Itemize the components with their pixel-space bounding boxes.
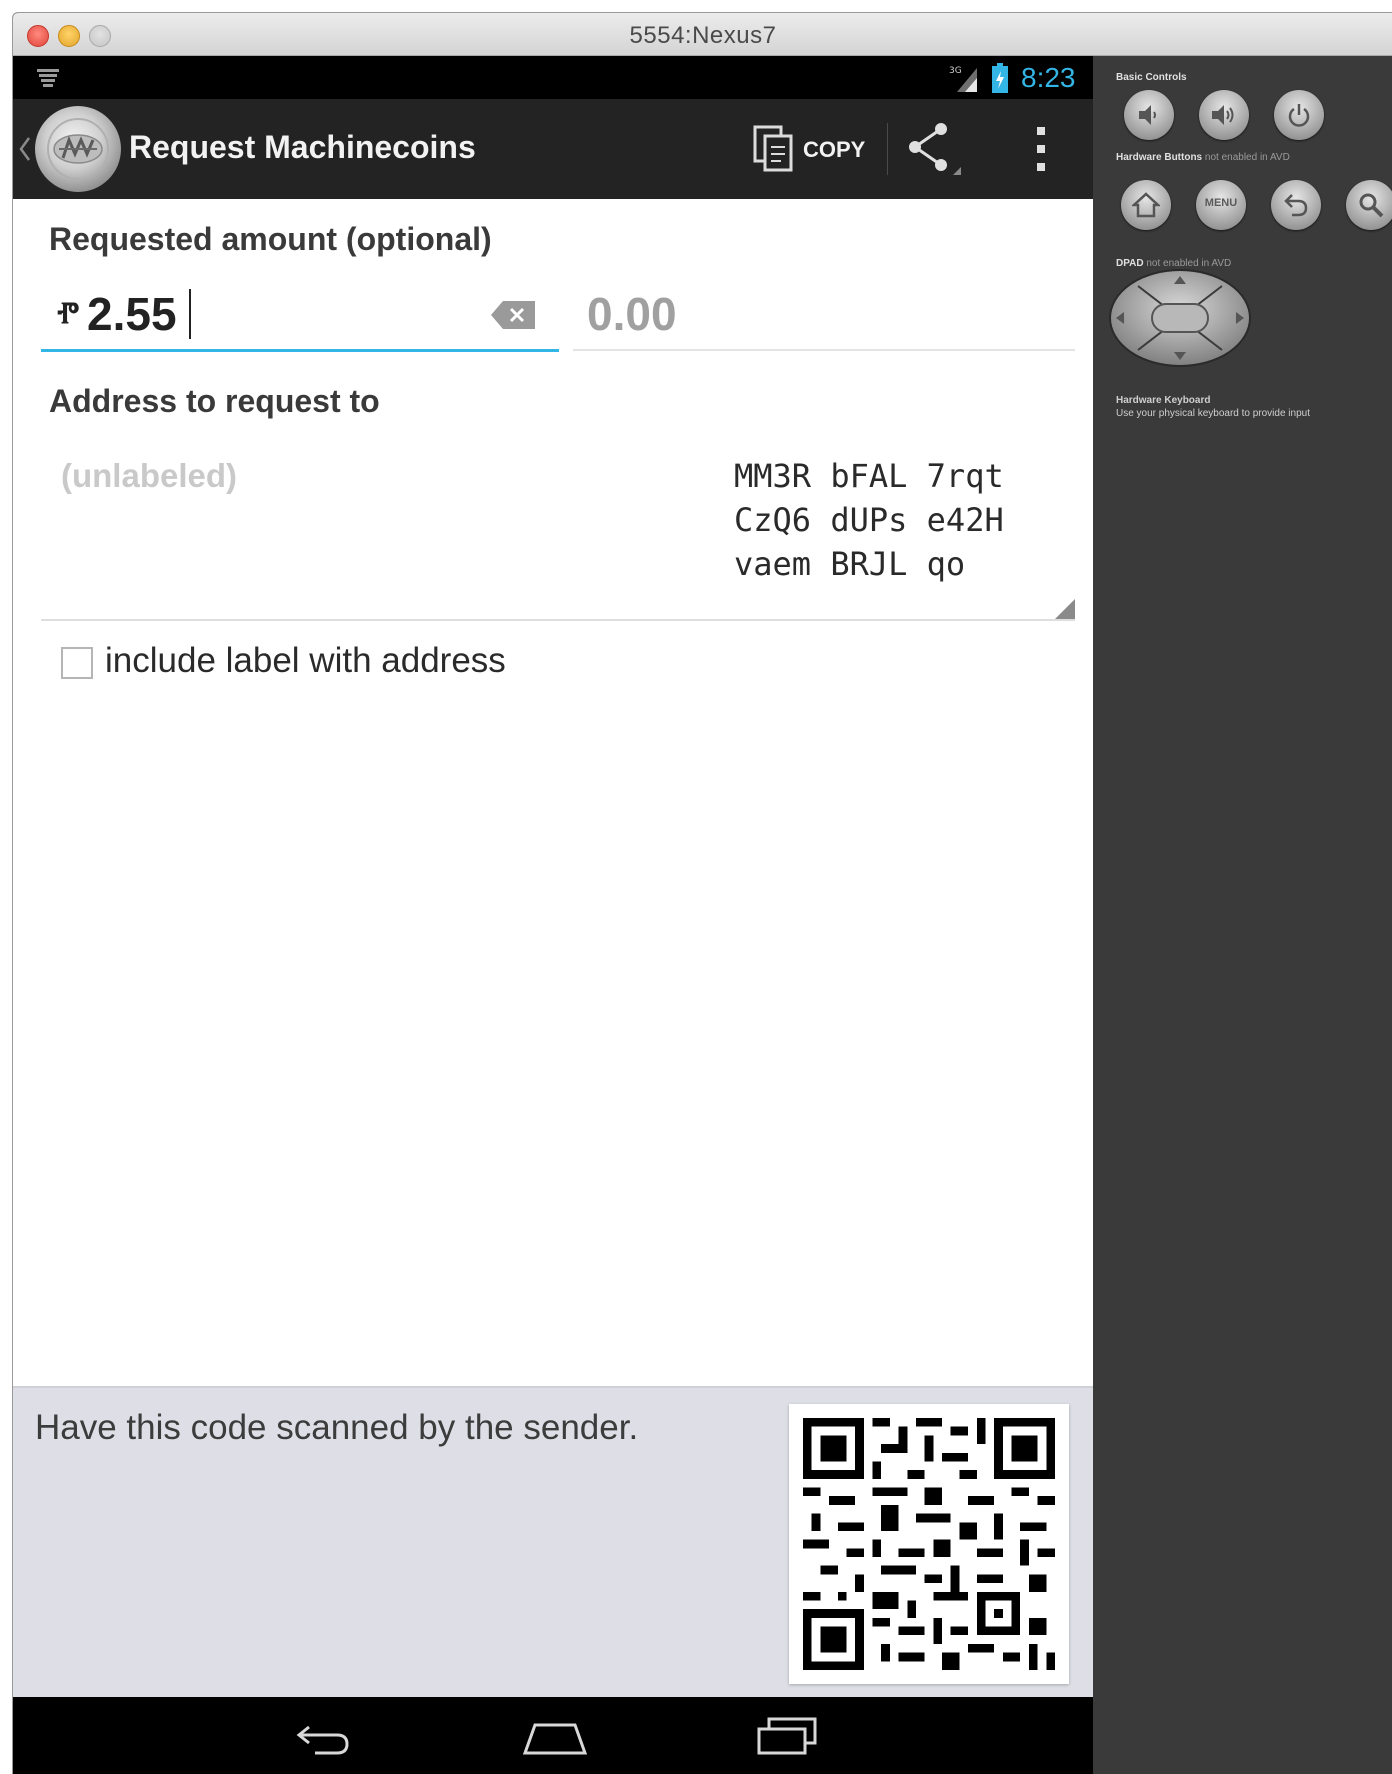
battery-icon: [992, 63, 1008, 93]
include-label-checkbox[interactable]: [61, 647, 93, 679]
overflow-menu-icon[interactable]: [1029, 121, 1053, 177]
address-label: (unlabeled): [61, 457, 238, 494]
address-spinner[interactable]: (unlabeled) MM3R bFAL 7rqt CzQ6 dUPs e42…: [41, 457, 1075, 621]
volume-up-button[interactable]: [1199, 90, 1249, 140]
amount-value: 2.55: [87, 288, 177, 340]
volume-down-icon: [1139, 105, 1156, 125]
hardware-buttons-heading: Hardware Buttons not enabled in AVD: [1116, 152, 1290, 163]
volume-up-icon: [1212, 105, 1234, 125]
page-title: Request Machinecoins: [129, 129, 476, 165]
home-hw-button[interactable]: [1121, 180, 1171, 230]
menu-hw-button[interactable]: MENU: [1196, 180, 1246, 230]
keyboard-heading: Hardware Keyboard: [1116, 395, 1211, 406]
nav-home-icon[interactable]: [521, 1717, 589, 1757]
clear-input-icon[interactable]: [491, 301, 535, 329]
include-label-text: include label with address: [105, 641, 506, 680]
search-icon: [1359, 193, 1384, 218]
signal-3g-icon: 3G: [949, 66, 977, 92]
include-label-row[interactable]: include label with address: [49, 639, 649, 687]
window-title: 5554:Nexus7: [629, 22, 777, 49]
currency-symbol: Ⱂ: [57, 297, 80, 330]
keyboard-note: Use your physical keyboard to provide in…: [1116, 408, 1310, 419]
navigation-bar: [13, 1697, 1093, 1774]
svg-text:3G: 3G: [949, 66, 962, 76]
notification-icon: [37, 69, 59, 87]
qr-hint-text: Have this code scanned by the sender.: [35, 1408, 639, 1447]
back-hw-button[interactable]: [1271, 180, 1321, 230]
emulator-controls: Basic Controls Hardware Buttons not enab…: [1094, 56, 1392, 1774]
address-line: MM3R bFAL 7rqt: [734, 457, 1004, 495]
address-text: MM3R bFAL 7rqt CzQ6 dUPs e42H vaem BRJL …: [734, 454, 1004, 586]
status-clock: 8:23: [1021, 62, 1076, 93]
back-icon: [1284, 194, 1308, 217]
status-bar: 3G 8:23: [13, 56, 1093, 99]
menu-label: MENU: [1204, 197, 1238, 209]
copy-button[interactable]: COPY: [753, 115, 883, 183]
hardware-buttons-title: Hardware Buttons: [1116, 152, 1203, 163]
nav-back-icon[interactable]: [293, 1719, 353, 1757]
copy-label: COPY: [803, 137, 866, 162]
power-button[interactable]: [1274, 90, 1324, 140]
qr-panel: Have this code scanned by the sender.: [13, 1386, 1093, 1699]
address-line: CzQ6 dUPs e42H: [734, 501, 1004, 539]
action-bar: Request Machinecoins COPY: [13, 99, 1093, 199]
copy-icon: [753, 125, 793, 172]
volume-down-button[interactable]: [1124, 90, 1174, 140]
amount-field[interactable]: Ⱂ 2.55: [41, 277, 559, 352]
dpad-control[interactable]: [1108, 268, 1252, 368]
address-section-label: Address to request to: [49, 383, 380, 419]
fiat-value: 0.00: [587, 288, 677, 340]
text-cursor: [189, 289, 191, 339]
home-icon: [1132, 192, 1160, 218]
search-hw-button[interactable]: [1346, 180, 1392, 230]
amount-section-label: Requested amount (optional): [49, 221, 492, 257]
qr-code-image: [803, 1418, 1055, 1670]
request-form: Requested amount (optional) Ⱂ 2.55 0.00 …: [13, 199, 1093, 1386]
fiat-amount-field[interactable]: 0.00: [573, 277, 1075, 351]
address-line: vaem BRJL qo: [734, 545, 966, 583]
qr-code[interactable]: [789, 1404, 1069, 1684]
basic-controls-heading: Basic Controls: [1116, 72, 1187, 83]
action-bar-divider: [887, 123, 888, 175]
emulator-window: 5554:Nexus7 3G 8:23 Request Machinecoins…: [12, 12, 1392, 1774]
hardware-buttons-note: not enabled in AVD: [1204, 152, 1290, 163]
window-titlebar: 5554:Nexus7: [13, 13, 1392, 56]
power-icon: [1288, 104, 1310, 127]
back-caret-icon[interactable]: [18, 135, 32, 163]
app-logo[interactable]: [35, 106, 121, 192]
android-screen: 3G 8:23 Request Machinecoins COPY Reques…: [13, 56, 1093, 1774]
spinner-corner-icon: [1055, 599, 1075, 619]
keyboard-info: Hardware Keyboard Use your physical keyb…: [1116, 394, 1310, 420]
nav-recents-icon[interactable]: [755, 1715, 819, 1757]
share-icon[interactable]: [903, 121, 963, 177]
